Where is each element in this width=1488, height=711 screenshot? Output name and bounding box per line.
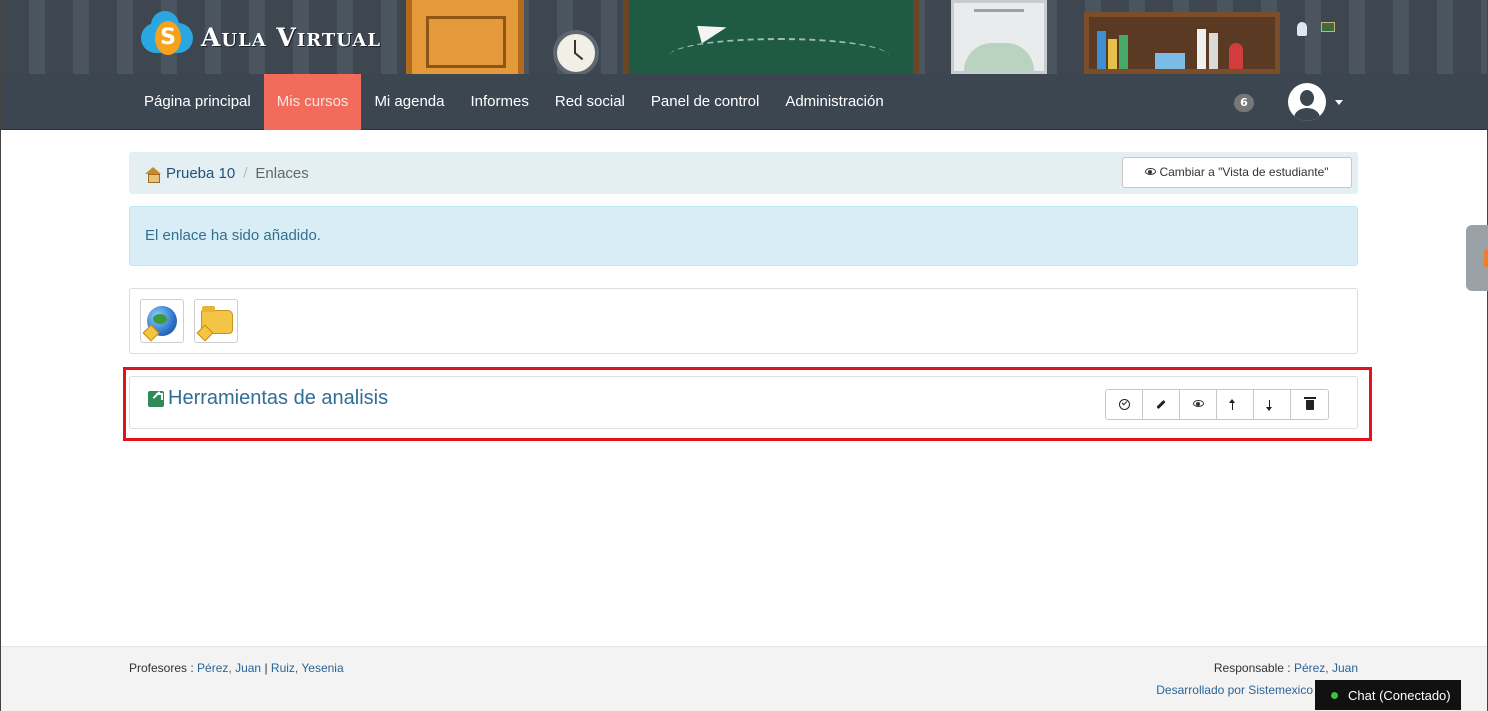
board-icon [1321,22,1335,32]
eye-icon [1192,400,1204,407]
notification-badge[interactable]: 6 [1234,94,1254,112]
online-status-icon [1331,691,1338,699]
pencil-icon [1156,399,1166,410]
logo-cloud-icon: S [141,11,193,57]
nav-item-panel-de-control[interactable]: Panel de control [638,74,772,130]
link-actions-group [1105,389,1329,420]
trash-icon [1303,396,1316,410]
chat-button[interactable]: Chat (Conectado) [1315,680,1461,710]
visibility-check-button[interactable] [1106,390,1143,419]
breadcrumb-separator: / [243,165,248,182]
banner-door-decoration [406,0,524,74]
side-panel-tab[interactable] [1466,225,1488,291]
header-banner: S Aula Virtual [1,0,1487,74]
toggle-visibility-button[interactable] [1180,390,1217,419]
footer-developer: Desarrollado por Sistemexico [1156,683,1313,697]
footer-teachers: Profesores : Pérez, Juan | Ruiz, Yesenia [129,661,344,675]
breadcrumb: Prueba 10 / Enlaces Cambiar a "Vista de … [129,152,1358,194]
site-logo[interactable]: S Aula Virtual [141,11,382,57]
check-circle-icon [1118,399,1130,410]
nav-item-mis-cursos[interactable]: Mis cursos [263,74,362,130]
teacher-link-perez[interactable]: Pérez, Juan [197,661,261,675]
edit-button[interactable] [1143,390,1180,419]
developer-link[interactable]: Desarrollado por Sistemexico [1156,683,1313,697]
responsible-link[interactable]: Pérez, Juan [1294,661,1358,675]
move-up-icon [1229,398,1238,410]
nav-item-red-social[interactable]: Red social [542,74,638,130]
breadcrumb-current: Enlaces [255,165,309,182]
banner-paper-decoration [951,0,1047,74]
footer: Profesores : Pérez, Juan | Ruiz, Yesenia… [1,646,1487,711]
actions-toolbar [129,288,1358,354]
move-up-button[interactable] [1217,390,1254,419]
external-link-icon [148,390,164,407]
nav-menu: Página principal Mis cursos Mi agenda In… [131,74,897,130]
nav-item-informes[interactable]: Informes [458,74,542,130]
success-alert: El enlace ha sido añadido. [129,206,1358,266]
link-title[interactable]: Herramientas de analisis [168,387,388,410]
move-down-button[interactable] [1254,390,1291,419]
banner-chalkboard-decoration [623,0,919,74]
banner-mini-icons [1297,22,1335,36]
user-avatar[interactable] [1288,83,1326,121]
student-view-button[interactable]: Cambiar a "Vista de estudiante" [1122,157,1352,188]
delete-button[interactable] [1291,390,1328,419]
banner-bookshelf-decoration [1084,12,1280,74]
main-navbar: Página principal Mis cursos Mi agenda In… [1,74,1487,130]
nav-item-administracion[interactable]: Administración [772,74,896,130]
logo-text: Aula Virtual [201,22,382,52]
nav-item-pagina-principal[interactable]: Página principal [131,74,264,130]
user-icon [1297,22,1307,36]
footer-responsible: Responsable : Pérez, Juan [1213,661,1358,675]
breadcrumb-course-link[interactable]: Prueba 10 [166,165,235,182]
eye-icon [1145,168,1157,176]
add-link-button[interactable] [140,299,184,343]
nav-item-mi-agenda[interactable]: Mi agenda [361,74,457,130]
link-item: Herramientas de analisis [129,376,1358,429]
teacher-link-ruiz[interactable]: Ruiz, Yesenia [271,661,344,675]
banner-clock-decoration [553,30,599,74]
home-icon [145,166,161,183]
chevron-down-icon[interactable] [1335,100,1343,105]
add-category-button[interactable] [194,299,238,343]
move-down-icon [1266,399,1275,411]
